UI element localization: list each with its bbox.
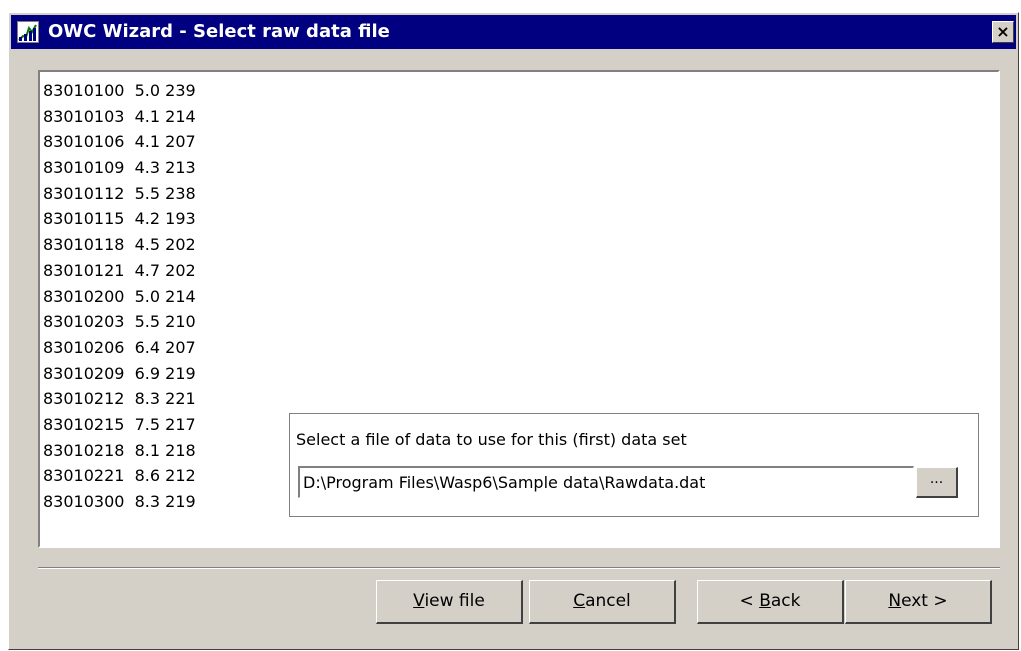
back-mnemonic: B — [759, 591, 771, 611]
next-button[interactable]: Next > — [845, 580, 992, 624]
close-button[interactable]: × — [992, 21, 1014, 43]
next-label: ext > — [901, 591, 948, 611]
cancel-mnemonic: C — [573, 591, 586, 611]
back-prefix: < — [739, 591, 760, 611]
data-line: 83010209 6.9 219 — [43, 363, 196, 383]
back-label: ack — [770, 591, 801, 611]
wizard-window: OWC Wizard - Select raw data file × 8301… — [8, 12, 1019, 650]
chart-icon — [17, 21, 39, 43]
file-select-group: Select a file of data to use for this (f… — [289, 413, 979, 517]
data-line: 83010215 7.5 217 — [43, 414, 196, 434]
chart-icon-graphic — [18, 22, 38, 42]
data-line: 83010115 4.2 193 — [43, 209, 196, 229]
data-line: 83010221 8.6 212 — [43, 466, 196, 486]
file-select-label: Select a file of data to use for this (f… — [296, 430, 687, 449]
next-mnemonic: N — [888, 591, 902, 611]
back-button[interactable]: < Back — [697, 580, 844, 624]
file-path-input[interactable] — [298, 466, 914, 498]
data-line: 83010200 5.0 214 — [43, 286, 196, 306]
data-line: 83010218 8.1 218 — [43, 440, 196, 460]
view-file-mnemonic: V — [413, 591, 425, 611]
cancel-button[interactable]: Cancel — [529, 580, 676, 624]
data-line: 83010118 4.5 202 — [43, 235, 196, 255]
view-file-label: iew file — [424, 591, 485, 611]
cancel-label: ancel — [585, 591, 631, 611]
data-line: 83010206 6.4 207 — [43, 337, 196, 357]
data-line: 83010103 4.1 214 — [43, 106, 196, 126]
data-line: 83010112 5.5 238 — [43, 183, 196, 203]
title-bar[interactable]: OWC Wizard - Select raw data file × — [11, 15, 1016, 49]
raw-data-preview: 83010100 5.0 239 83010103 4.1 214 83010106… — [38, 70, 1000, 548]
browse-button[interactable]: ... — [916, 467, 958, 498]
raw-data-lines: 83010100 5.0 239 83010103 4.1 214 83010106… — [43, 78, 196, 515]
view-file-button[interactable]: View file — [376, 580, 523, 624]
data-line: 83010203 5.5 210 — [43, 312, 196, 332]
data-line: 83010109 4.3 213 — [43, 158, 196, 178]
close-icon: × — [996, 22, 1010, 41]
data-line: 83010300 8.3 219 — [43, 492, 196, 511]
window-title: OWC Wizard - Select raw data file — [48, 21, 390, 42]
data-line: 83010121 4.7 202 — [43, 260, 196, 280]
data-line: 83010212 8.3 221 — [43, 389, 196, 409]
data-line: 83010106 4.1 207 — [43, 132, 196, 152]
data-line: 83010100 5.0 239 — [43, 81, 196, 100]
separator-line — [38, 567, 1000, 569]
